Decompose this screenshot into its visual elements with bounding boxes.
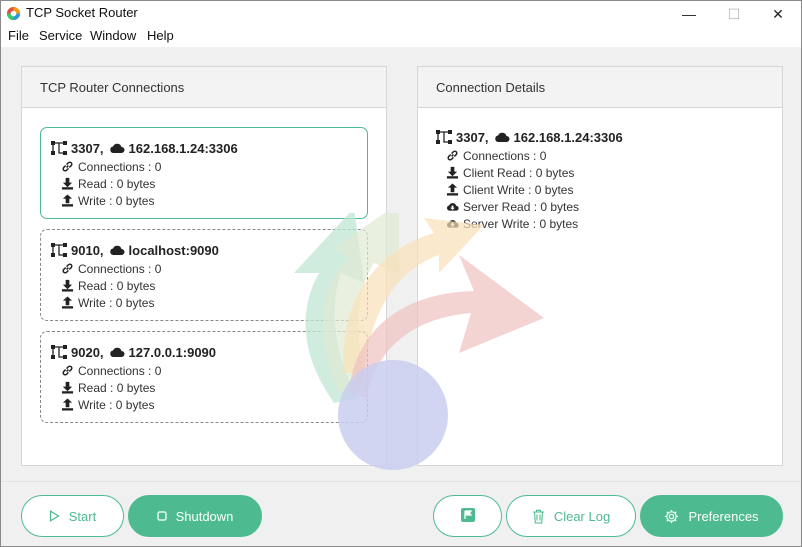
shutdown-button[interactable]: Shutdown: [128, 495, 262, 537]
play-icon: [49, 510, 60, 522]
router-connections-panel: TCP Router Connections 3307, 162.168.1.2…: [21, 66, 387, 466]
flag-button[interactable]: [433, 495, 502, 537]
card-write: Write : 0 bytes: [78, 397, 155, 412]
trash-icon: [532, 509, 545, 524]
connection-details-panel: Connection Details 3307, 162.168.1.24:33…: [417, 66, 783, 466]
card-title: 9020, 127.0.0.1:9090: [51, 342, 367, 362]
download-icon: [61, 279, 74, 292]
cloud-download-icon: [447, 203, 459, 211]
preferences-button[interactable]: Preferences: [640, 495, 783, 537]
shutdown-button-label: Shutdown: [175, 508, 234, 524]
upload-icon: [446, 183, 459, 196]
menu-help[interactable]: Help: [147, 28, 174, 43]
connection-card[interactable]: 3307, 162.168.1.24:3306 Connections : 0 …: [40, 127, 368, 219]
flag-icon: [460, 507, 476, 526]
menu-file[interactable]: File: [8, 28, 29, 43]
download-icon: [61, 381, 74, 394]
upload-icon: [61, 194, 74, 207]
content-area: TCP Router Connections 3307, 162.168.1.2…: [1, 47, 801, 481]
minimize-button[interactable]: —: [666, 1, 712, 27]
menu-bar: File Service Window Help: [1, 27, 801, 47]
menu-service[interactable]: Service: [39, 28, 82, 43]
cloud-upload-icon: [447, 220, 459, 228]
card-read: Read : 0 bytes: [78, 278, 156, 293]
card-connections: Connections : 0: [78, 363, 162, 378]
card-port: 3307,: [71, 140, 104, 156]
card-write: Write : 0 bytes: [78, 193, 155, 208]
card-title: 3307, 162.168.1.24:3306: [51, 138, 367, 158]
link-icon: [62, 263, 73, 274]
link-icon: [62, 161, 73, 172]
title-bar: TCP Socket Router — ☐ ✕: [1, 1, 801, 27]
clear-log-button[interactable]: Clear Log: [506, 495, 636, 537]
details-port: 3307,: [456, 129, 489, 145]
details-connections: Connections : 0: [463, 148, 547, 163]
start-button[interactable]: Start: [21, 495, 124, 537]
footer-toolbar: Start Shutdown Clear Log Preferences: [1, 481, 801, 546]
clear-log-button-label: Clear Log: [553, 508, 611, 524]
stop-icon: [156, 511, 167, 521]
details-server-read: Server Read : 0 bytes: [463, 199, 580, 214]
card-title: 9010, localhost:9090: [51, 240, 367, 260]
download-icon: [446, 166, 459, 179]
connection-details-title: Connection Details: [418, 67, 782, 108]
sitemap-icon: [436, 130, 452, 144]
link-icon: [447, 150, 458, 161]
upload-icon: [61, 398, 74, 411]
menu-window[interactable]: Window: [90, 28, 136, 43]
card-target: 127.0.0.1:9090: [128, 344, 217, 360]
link-icon: [62, 365, 73, 376]
card-connections: Connections : 0: [78, 159, 162, 174]
cloud-icon: [109, 347, 125, 357]
upload-icon: [61, 296, 74, 309]
close-button[interactable]: ✕: [755, 1, 801, 27]
download-icon: [61, 177, 74, 190]
router-connections-title: TCP Router Connections: [22, 67, 386, 108]
start-button-label: Start: [68, 508, 97, 524]
preferences-button-label: Preferences: [688, 508, 759, 524]
cloud-icon: [109, 143, 125, 153]
app-logo-icon: [6, 6, 21, 21]
cloud-icon: [494, 132, 510, 142]
connection-details: 3307, 162.168.1.24:3306 Connections : 0 …: [436, 127, 623, 232]
card-port: 9010,: [71, 242, 104, 258]
card-target: localhost:9090: [128, 242, 219, 258]
connection-card[interactable]: 9010, localhost:9090 Connections : 0 Rea…: [40, 229, 368, 321]
connection-card[interactable]: 9020, 127.0.0.1:9090 Connections : 0 Rea…: [40, 331, 368, 423]
sitemap-icon: [51, 345, 67, 359]
gear-icon: [664, 509, 679, 524]
card-connections: Connections : 0: [78, 261, 162, 276]
card-target: 162.168.1.24:3306: [128, 140, 238, 156]
card-read: Read : 0 bytes: [78, 380, 156, 395]
details-title: 3307, 162.168.1.24:3306: [436, 127, 623, 147]
window-title: TCP Socket Router: [26, 5, 138, 20]
card-write: Write : 0 bytes: [78, 295, 155, 310]
sitemap-icon: [51, 243, 67, 257]
card-port: 9020,: [71, 344, 104, 360]
details-client-write: Client Write : 0 bytes: [463, 182, 574, 197]
cloud-icon: [109, 245, 125, 255]
card-read: Read : 0 bytes: [78, 176, 156, 191]
app-window: TCP Socket Router — ☐ ✕ File Service Win…: [0, 0, 802, 547]
details-target: 162.168.1.24:3306: [513, 129, 623, 145]
sitemap-icon: [51, 141, 67, 155]
details-client-read: Client Read : 0 bytes: [463, 165, 575, 180]
details-server-write: Server Write : 0 bytes: [463, 216, 579, 231]
maximize-button[interactable]: ☐: [711, 1, 757, 27]
